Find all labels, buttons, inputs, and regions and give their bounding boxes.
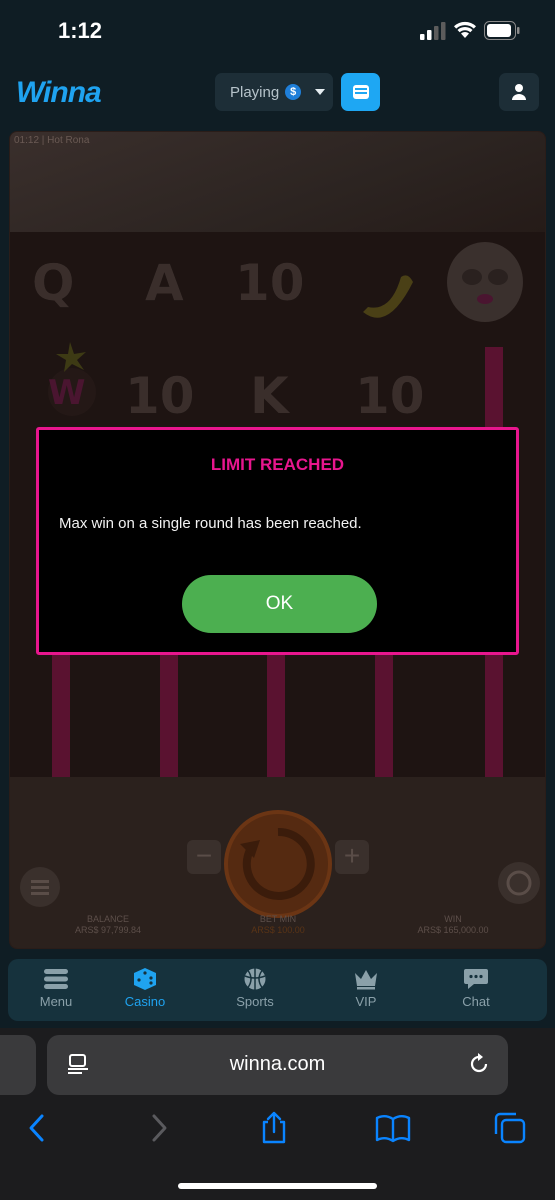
bet-label: BET MIN: [259, 914, 297, 924]
nav-label: Casino: [124, 994, 166, 1009]
back-icon[interactable]: [20, 1110, 56, 1146]
usdc-coin-icon: $: [285, 84, 302, 100]
nav-item-chat[interactable]: Chat: [441, 959, 511, 1021]
nav-label: Chat: [462, 994, 490, 1009]
wifi-icon: [454, 21, 476, 38]
game-menu-button[interactable]: [20, 867, 60, 907]
game-title-bar: 01:12 | Hot Rona: [14, 135, 90, 146]
chat-icon: [464, 969, 488, 989]
spin-button[interactable]: [224, 810, 332, 918]
nav-item-casino[interactable]: Casino: [110, 959, 180, 1021]
banana-symbol-icon: [363, 275, 413, 318]
basketball-icon: [244, 968, 266, 990]
nav-label: VIP: [355, 994, 377, 1009]
balance-readout: BALANCE ARS$ 97,799.84: [38, 914, 178, 936]
user-account-button[interactable]: [499, 73, 539, 111]
wallet-button[interactable]: [341, 73, 380, 111]
user-icon: [512, 84, 526, 100]
cellular-signal-icon: [420, 22, 446, 40]
forward-icon[interactable]: [140, 1110, 176, 1146]
bottom-nav: Menu Casino Sports VIP Chat: [8, 959, 547, 1021]
dice-icon: [134, 968, 156, 990]
cat-character-icon: [447, 242, 523, 322]
winna-logo[interactable]: Winna: [16, 76, 102, 110]
bookmarks-icon[interactable]: [375, 1110, 411, 1146]
limit-reached-dialog: LIMIT REACHED Max win on a single round …: [36, 427, 519, 655]
reel-symbol: A: [145, 254, 184, 312]
home-indicator: [178, 1183, 377, 1189]
spin-arrows-icon: [240, 827, 315, 900]
reel-symbol: 10: [125, 367, 195, 425]
playing-label: Playing: [230, 83, 280, 101]
battery-icon: [484, 21, 520, 40]
dialog-title: LIMIT REACHED: [210, 455, 345, 474]
hamburger-icon: [31, 880, 49, 895]
menu-icon: [44, 969, 68, 989]
svg-text:W: W: [48, 373, 86, 413]
game-top-banner: [10, 132, 545, 232]
nav-item-menu[interactable]: Menu: [21, 959, 91, 1021]
autoplay-button[interactable]: [498, 862, 540, 904]
nav-item-sports[interactable]: Sports: [220, 959, 290, 1021]
address-bar[interactable]: winna.com: [47, 1035, 508, 1095]
bet-readout: BET MIN ARS$ 100.00: [208, 914, 348, 936]
reel-symbol: 10: [355, 367, 425, 425]
balance-value: ARS$ 97,799.84: [74, 925, 142, 935]
reel-symbol: 10: [235, 254, 305, 312]
playing-currency-dropdown[interactable]: Playing $: [215, 73, 333, 111]
nav-item-vip[interactable]: VIP: [331, 959, 401, 1021]
balance-label: BALANCE: [86, 914, 130, 924]
reload-icon[interactable]: [467, 1052, 491, 1076]
bet-value: ARS$ 100.00: [251, 925, 305, 935]
previous-tab-preview[interactable]: [0, 1035, 36, 1095]
status-time: 1:12: [58, 18, 103, 43]
autoplay-icon: [506, 870, 532, 896]
share-icon[interactable]: [256, 1110, 292, 1146]
caret-down-icon: [315, 89, 326, 95]
win-readout: WIN ARS$ 165,000.00: [383, 914, 523, 936]
reel-symbol: K: [250, 367, 289, 425]
nav-label: Menu: [39, 994, 73, 1009]
win-value: ARS$ 165,000.00: [417, 925, 489, 935]
tabs-icon[interactable]: [492, 1110, 528, 1146]
ok-button[interactable]: OK: [182, 575, 377, 633]
dialog-message: Max win on a single round has been reach…: [59, 515, 362, 532]
wild-bomb-symbol-icon: W: [48, 342, 96, 416]
wallet-icon: [352, 85, 369, 99]
crown-icon: [355, 970, 377, 990]
decrease-bet-button[interactable]: −: [187, 840, 221, 874]
win-label: WIN: [444, 914, 462, 924]
reel-symbol: Q: [32, 254, 75, 312]
url-text: winna.com: [229, 1053, 326, 1075]
nav-label: Sports: [236, 994, 274, 1009]
increase-bet-button[interactable]: +: [335, 840, 369, 874]
